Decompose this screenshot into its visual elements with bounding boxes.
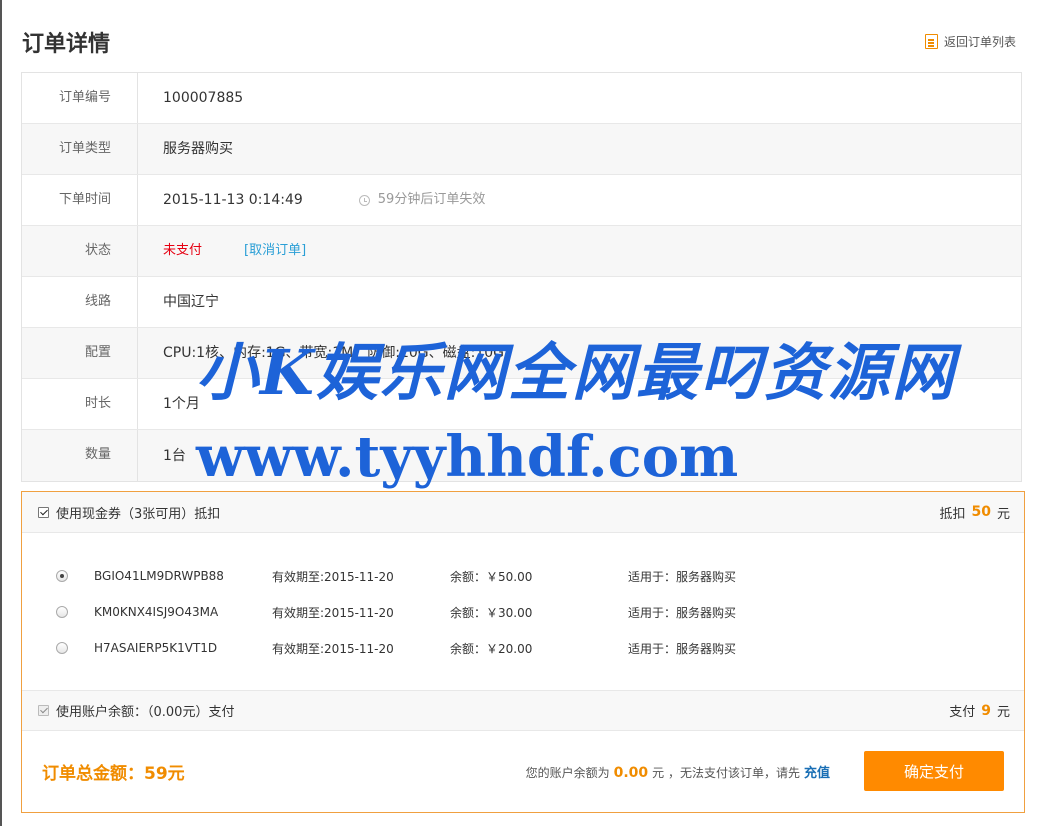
order-quantity: 1台 <box>163 447 186 464</box>
back-to-order-list-link[interactable]: 返回订单列表 <box>924 33 1016 50</box>
order-time: 2015-11-13 0:14:49 <box>163 192 303 208</box>
order-row-status: 状态 未支付 [取消订单] <box>22 226 1021 277</box>
clock-icon <box>358 194 370 206</box>
back-link-label: 返回订单列表 <box>943 35 1016 49</box>
coupon-code: H7ASAIERP5K1VT1D <box>94 641 218 655</box>
expire-tip: 59分钟后订单失效 <box>358 175 486 225</box>
tip-balance: 0.00 <box>613 764 649 781</box>
use-coupon-checkbox[interactable] <box>38 506 49 518</box>
status-badge: 未支付 <box>163 243 203 258</box>
document-icon <box>924 34 938 49</box>
pay-prefix: 支付 <box>949 705 976 720</box>
coupon-scope: 适用于：服务器购买 <box>628 605 737 620</box>
watermark-title: 小K娱乐网全网最叼资源网 <box>196 336 956 409</box>
row-label: 数量 <box>22 430 138 481</box>
coupon-radio[interactable] <box>56 570 68 582</box>
payment-panel: 使用现金券（3张可用）抵扣 抵扣 50 元 BGIO41LM9DRWPB88 有… <box>21 491 1025 813</box>
coupon-scope: 适用于：服务器购买 <box>628 569 737 584</box>
window-edge <box>0 0 2 826</box>
coupon-balance: 余额：￥30.00 <box>450 605 533 620</box>
order-line: 中国辽宁 <box>163 294 219 310</box>
coupon-code: KM0KNX4ISJ9O43MA <box>94 605 219 619</box>
coupon-radio[interactable] <box>56 606 68 618</box>
order-total: 订单总金额：59元 <box>42 763 185 784</box>
row-label: 订单编号 <box>22 73 138 123</box>
tip-suffix: 元 ，无法支付该订单，请先 <box>652 765 800 780</box>
use-coupon-label: 使用现金券（3张可用）抵扣 <box>56 506 221 522</box>
coupon-item[interactable]: H7ASAIERP5K1VT1D 有效期至:2015-11-20 余额：￥20.… <box>22 630 1024 666</box>
coupon-balance: 余额：￥50.00 <box>450 569 533 584</box>
pay-amount: 9 <box>981 702 991 719</box>
pay-unit: 元 <box>996 705 1010 720</box>
coupon-item[interactable]: BGIO41LM9DRWPB88 有效期至:2015-11-20 余额：￥50.… <box>22 558 1024 594</box>
order-row-number: 订单编号 100007885 <box>22 73 1021 124</box>
order-duration: 1个月 <box>163 396 200 412</box>
payment-footer: 订单总金额：59元 您的账户余额为 0.00 元 ，无法支付该订单，请先 充值 确定支… <box>22 731 1024 811</box>
account-balance-tip: 您的账户余额为 0.00 元 ，无法支付该订单，请先 充值 <box>526 762 830 781</box>
recharge-link[interactable]: 充值 <box>804 766 830 781</box>
use-balance-label: 使用账户余额：（0.00元）支付 <box>56 705 235 720</box>
coupon-list: BGIO41LM9DRWPB88 有效期至:2015-11-20 余额：￥50.… <box>22 533 1024 691</box>
order-number: 100007885 <box>163 90 244 106</box>
coupon-radio[interactable] <box>56 642 68 654</box>
watermark-url: www.tyyhhdf.com <box>196 424 739 490</box>
account-balance-row: 使用账户余额：（0.00元）支付 支付 9 元 <box>22 691 1024 731</box>
coupon-code: BGIO41LM9DRWPB88 <box>94 569 224 583</box>
order-type: 服务器购买 <box>163 141 233 157</box>
expire-tip-text: 59分钟后订单失效 <box>377 192 486 207</box>
coupon-expiry: 有效期至:2015-11-20 <box>272 605 394 620</box>
coupon-item[interactable]: KM0KNX4ISJ9O43MA 有效期至:2015-11-20 余额：￥30.… <box>22 594 1024 630</box>
coupon-scope: 适用于：服务器购买 <box>628 641 737 656</box>
row-label: 订单类型 <box>22 124 138 174</box>
cancel-order-link[interactable]: [取消订单] <box>244 226 306 276</box>
row-label: 下单时间 <box>22 175 138 225</box>
row-label: 线路 <box>22 277 138 327</box>
coupon-expiry: 有效期至:2015-11-20 <box>272 641 394 656</box>
order-row-line: 线路 中国辽宁 <box>22 277 1021 328</box>
page-title: 订单详情 <box>22 32 111 57</box>
deduct-prefix: 抵扣 <box>939 506 966 522</box>
coupon-balance: 余额：￥20.00 <box>450 641 533 656</box>
order-row-time: 下单时间 2015-11-13 0:14:49 59分钟后订单失效 <box>22 175 1021 226</box>
confirm-pay-button[interactable]: 确定支付 <box>864 751 1004 791</box>
deduct-amount: 50 <box>971 504 991 520</box>
deduct-unit: 元 <box>996 506 1010 522</box>
order-info-table: 订单编号 100007885 订单类型 服务器购买 下单时间 2015-11-1… <box>21 72 1022 482</box>
coupon-expiry: 有效期至:2015-11-20 <box>272 569 394 584</box>
row-label: 状态 <box>22 226 138 276</box>
row-label: 配置 <box>22 328 138 378</box>
order-row-type: 订单类型 服务器购买 <box>22 124 1021 175</box>
use-balance-checkbox[interactable] <box>38 705 49 716</box>
coupon-header: 使用现金券（3张可用）抵扣 抵扣 50 元 <box>22 492 1024 533</box>
tip-prefix: 您的账户余额为 <box>525 765 610 780</box>
row-label: 时长 <box>22 379 138 429</box>
